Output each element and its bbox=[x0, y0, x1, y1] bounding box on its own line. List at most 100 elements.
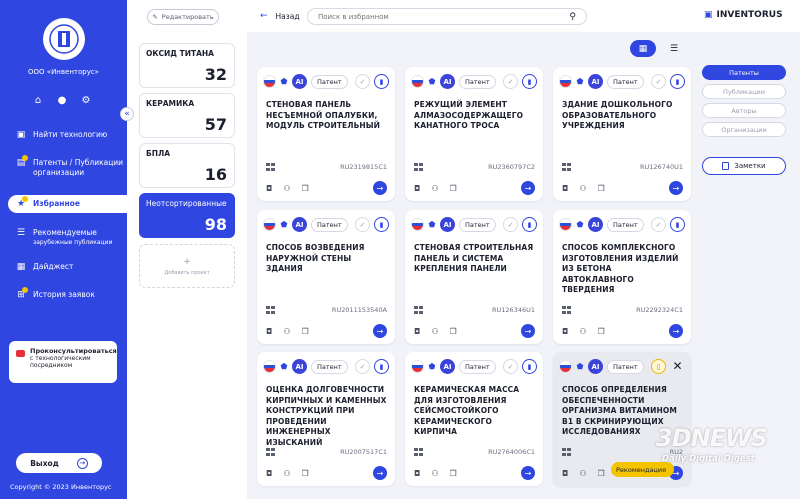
ai-badge-icon[interactable]: AI bbox=[440, 74, 455, 89]
patent-card[interactable]: ⬟ AI Патент ✓ ▮ Режущий элемент алмазосодержа… bbox=[405, 67, 543, 201]
check-icon[interactable]: ✓ bbox=[355, 359, 370, 374]
share-user-icon[interactable]: ⚇ bbox=[431, 184, 438, 193]
share-user-icon[interactable]: ⚇ bbox=[283, 327, 290, 336]
home-icon[interactable]: ⌂ bbox=[32, 94, 44, 106]
camera-icon[interactable]: ◘ bbox=[562, 184, 568, 193]
copy-icon[interactable]: ❐ bbox=[302, 327, 309, 336]
edit-collections-button[interactable]: ✎ Редактировать bbox=[147, 9, 219, 25]
open-card-button[interactable]: → bbox=[373, 466, 387, 480]
nav-favorites[interactable]: ★ Избранное bbox=[8, 195, 127, 213]
patent-card[interactable]: ⬟ AI Патент ✓ ▮ Стеновая панель несъемной опа… bbox=[257, 67, 395, 201]
check-icon[interactable]: ✓ bbox=[503, 359, 518, 374]
open-card-button[interactable]: → bbox=[669, 181, 683, 195]
consult-card[interactable]: Проконсультироваться с технологическим п… bbox=[9, 341, 117, 383]
card-title[interactable]: Здание дошкольного образовательного учре… bbox=[562, 100, 684, 132]
nav-find-technology[interactable]: ▣ Найти технологию bbox=[8, 126, 127, 144]
bookmark-icon[interactable]: ▮ bbox=[670, 217, 685, 232]
patent-card[interactable]: ⬟ AI Патент ✓ ▮ Оценка долговечности кирпичны… bbox=[257, 352, 395, 486]
collection-item[interactable]: КЕРАМИКА 57 bbox=[139, 93, 235, 138]
ai-badge-icon[interactable]: AI bbox=[588, 74, 603, 89]
patent-card[interactable]: ⬟ AI Патент ✓ ▮ Стеновая строительная панель … bbox=[405, 210, 543, 344]
gear-icon[interactable]: ⚙ bbox=[80, 94, 92, 106]
bookmark-icon[interactable]: ▮ bbox=[522, 359, 537, 374]
card-title[interactable]: Способ комплексного изготовления изделий… bbox=[562, 243, 684, 296]
copy-icon[interactable]: ❐ bbox=[450, 327, 457, 336]
share-user-icon[interactable]: ⚇ bbox=[579, 184, 586, 193]
bookmark-icon[interactable]: ▯ bbox=[651, 359, 666, 374]
card-title[interactable]: Керамическая масса для изготовления сейс… bbox=[414, 385, 536, 438]
bookmark-icon[interactable]: ▮ bbox=[374, 359, 389, 374]
ai-badge-icon[interactable]: AI bbox=[440, 359, 455, 374]
collection-item[interactable]: ОКСИД ТИТАНА 32 bbox=[139, 43, 235, 88]
copy-icon[interactable]: ❐ bbox=[450, 184, 457, 193]
copy-icon[interactable]: ❐ bbox=[450, 469, 457, 478]
check-icon[interactable]: ✓ bbox=[503, 74, 518, 89]
bookmark-icon[interactable]: ▮ bbox=[522, 217, 537, 232]
open-card-button[interactable]: → bbox=[669, 324, 683, 338]
collapse-sidebar-button[interactable]: « bbox=[120, 107, 134, 121]
nav-patents-publications[interactable]: ▤ Патенты / Публикации организации bbox=[8, 154, 127, 182]
copy-icon[interactable]: ❐ bbox=[302, 469, 309, 478]
add-project-button[interactable]: + Добавить проект bbox=[139, 244, 235, 288]
bookmark-icon[interactable]: ▮ bbox=[522, 74, 537, 89]
card-title[interactable]: Режущий элемент алмазосодержащего канатн… bbox=[414, 100, 536, 132]
check-icon[interactable]: ✓ bbox=[503, 217, 518, 232]
search-icon[interactable]: ⚲ bbox=[569, 12, 576, 22]
bookmark-icon[interactable]: ▮ bbox=[374, 74, 389, 89]
search-input[interactable] bbox=[318, 12, 538, 21]
check-icon[interactable]: ✓ bbox=[651, 74, 666, 89]
camera-icon[interactable]: ◘ bbox=[562, 327, 568, 336]
user-icon[interactable]: ● bbox=[56, 94, 68, 106]
share-user-icon[interactable]: ⚇ bbox=[579, 469, 586, 478]
share-user-icon[interactable]: ⚇ bbox=[579, 327, 586, 336]
filter-authors[interactable]: Авторы bbox=[702, 103, 786, 118]
camera-icon[interactable]: ◘ bbox=[266, 469, 272, 478]
nav-recommended[interactable]: ☰ Рекомендуемые зарубежные публикации bbox=[8, 224, 127, 252]
open-card-button[interactable]: → bbox=[373, 324, 387, 338]
filter-publications[interactable]: Публикации bbox=[702, 84, 786, 99]
patent-card[interactable]: ⬟ AI Патент ✓ ▮ Керамическая масса для изгото… bbox=[405, 352, 543, 486]
collection-item-unsorted[interactable]: Неотсортированные 98 bbox=[139, 193, 235, 238]
bookmark-icon[interactable]: ▮ bbox=[374, 217, 389, 232]
open-card-button[interactable]: → bbox=[521, 181, 535, 195]
grid-view-icon[interactable]: ▦ bbox=[630, 40, 656, 57]
share-user-icon[interactable]: ⚇ bbox=[283, 184, 290, 193]
bookmark-icon[interactable]: ▮ bbox=[670, 74, 685, 89]
check-icon[interactable]: ✓ bbox=[355, 217, 370, 232]
check-icon[interactable]: ✓ bbox=[651, 217, 666, 232]
filter-patents[interactable]: Патенты bbox=[702, 65, 786, 80]
camera-icon[interactable]: ◘ bbox=[414, 184, 420, 193]
share-user-icon[interactable]: ⚇ bbox=[431, 327, 438, 336]
copy-icon[interactable]: ❐ bbox=[598, 184, 605, 193]
open-card-button[interactable]: → bbox=[521, 466, 535, 480]
camera-icon[interactable]: ◘ bbox=[266, 327, 272, 336]
copy-icon[interactable]: ❐ bbox=[302, 184, 309, 193]
camera-icon[interactable]: ◘ bbox=[414, 469, 420, 478]
card-title[interactable]: Способ возведения наружной стены здания bbox=[266, 243, 388, 275]
camera-icon[interactable]: ◘ bbox=[266, 184, 272, 193]
patent-card[interactable]: ⬟ AI Патент ✓ ▮ Здание дошкольного образовате… bbox=[553, 67, 691, 201]
card-title[interactable]: Оценка долговечности кирпичных и каменны… bbox=[266, 385, 388, 448]
ai-badge-icon[interactable]: AI bbox=[292, 217, 307, 232]
card-title[interactable]: Стеновая строительная панель и система к… bbox=[414, 243, 536, 275]
back-button[interactable]: ← Назад bbox=[260, 11, 300, 21]
ai-badge-icon[interactable]: AI bbox=[292, 359, 307, 374]
logout-button[interactable]: Выход → bbox=[16, 453, 102, 473]
camera-icon[interactable]: ◘ bbox=[562, 469, 568, 478]
share-user-icon[interactable]: ⚇ bbox=[431, 469, 438, 478]
ai-badge-icon[interactable]: AI bbox=[588, 359, 603, 374]
nav-request-history[interactable]: ⊞ История заявок bbox=[8, 286, 127, 304]
notes-button[interactable]: Заметки bbox=[702, 157, 786, 175]
copy-icon[interactable]: ❐ bbox=[598, 327, 605, 336]
close-icon[interactable]: ✕ bbox=[670, 359, 685, 374]
patent-card[interactable]: ⬟ AI Патент ✓ ▮ Способ возведения наружной ст… bbox=[257, 210, 395, 344]
filter-organizations[interactable]: Организации bbox=[702, 122, 786, 137]
share-user-icon[interactable]: ⚇ bbox=[283, 469, 290, 478]
list-view-icon[interactable]: ☰ bbox=[661, 40, 687, 57]
copy-icon[interactable]: ❐ bbox=[598, 469, 605, 478]
nav-digest[interactable]: ▦ Дайджест bbox=[8, 258, 127, 276]
collection-item[interactable]: БПЛА 16 bbox=[139, 143, 235, 188]
ai-badge-icon[interactable]: AI bbox=[292, 74, 307, 89]
ai-badge-icon[interactable]: AI bbox=[588, 217, 603, 232]
check-icon[interactable]: ✓ bbox=[355, 74, 370, 89]
